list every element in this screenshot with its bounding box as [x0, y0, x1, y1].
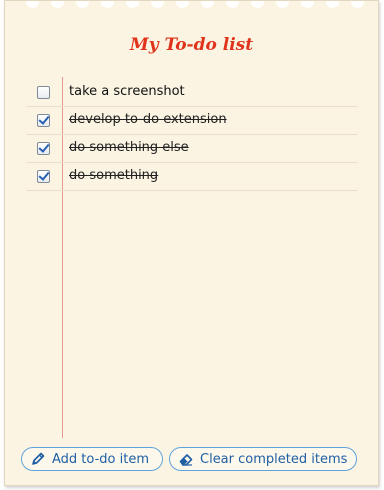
item-checkbox[interactable]	[37, 114, 50, 127]
item-checkbox[interactable]	[37, 142, 50, 155]
binder-hole	[176, 1, 189, 8]
add-todo-label: Add to-do item	[52, 451, 149, 467]
binder-hole	[76, 1, 89, 8]
list-item: do something	[27, 163, 357, 191]
add-todo-button[interactable]: Add to-do item	[21, 447, 163, 471]
list-item: take a screenshot	[27, 79, 357, 107]
item-text[interactable]: develop to-do extension	[69, 112, 227, 127]
binder-holes	[5, 1, 378, 11]
todo-paper: My To-do list take a screenshot develop …	[4, 0, 379, 486]
binder-hole	[51, 1, 64, 8]
binder-hole	[151, 1, 164, 8]
page-title: My To-do list	[129, 35, 254, 55]
todo-list: take a screenshot develop to-do extensio…	[27, 79, 357, 191]
binder-hole	[126, 1, 139, 8]
binder-hole	[301, 1, 314, 8]
binder-hole	[226, 1, 239, 8]
clear-completed-button[interactable]: Clear completed items	[169, 447, 357, 471]
binder-hole	[276, 1, 289, 8]
pencil-icon	[30, 451, 46, 467]
binder-hole	[251, 1, 264, 8]
list-item: do something else	[27, 135, 357, 163]
binder-hole	[101, 1, 114, 8]
item-text[interactable]: do something	[69, 168, 158, 183]
item-checkbox[interactable]	[37, 170, 50, 183]
item-text[interactable]: do something else	[69, 140, 189, 155]
clear-completed-label: Clear completed items	[200, 451, 348, 467]
eraser-icon	[178, 451, 194, 467]
binder-hole	[351, 1, 364, 8]
item-checkbox[interactable]	[37, 86, 50, 99]
binder-hole	[326, 1, 339, 8]
item-text[interactable]: take a screenshot	[69, 84, 185, 99]
list-item: develop to-do extension	[27, 107, 357, 135]
binder-hole	[26, 1, 39, 8]
binder-hole	[201, 1, 214, 8]
